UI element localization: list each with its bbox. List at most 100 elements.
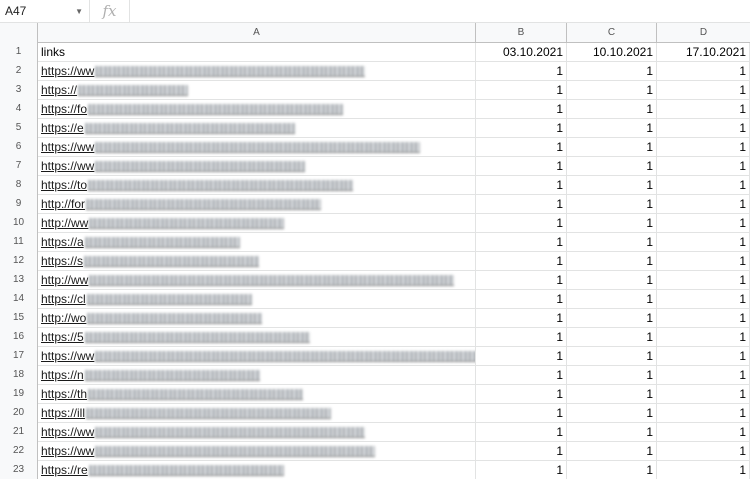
cell-link[interactable]: http://ww [38, 214, 476, 233]
cell-link[interactable]: https://ww [38, 347, 476, 366]
cell-value[interactable]: 1 [567, 119, 657, 138]
cell-value[interactable]: 1 [567, 195, 657, 214]
row-header[interactable]: 3 [0, 81, 38, 100]
cell-value[interactable]: 1 [476, 252, 567, 271]
column-header-a[interactable]: A [38, 23, 476, 43]
cell-link[interactable]: https://s [38, 252, 476, 271]
cell-value[interactable]: 1 [567, 100, 657, 119]
cell-header-links[interactable]: links [38, 43, 476, 62]
cell-link[interactable]: http://for [38, 195, 476, 214]
cell-value[interactable]: 1 [567, 423, 657, 442]
cell-value[interactable]: 1 [567, 309, 657, 328]
cell-link[interactable]: https://to [38, 176, 476, 195]
cell-value[interactable]: 1 [476, 176, 567, 195]
cell-value[interactable]: 1 [657, 309, 750, 328]
cell-link[interactable]: http://ww [38, 271, 476, 290]
cell-value[interactable]: 1 [657, 100, 750, 119]
cell-value[interactable]: 1 [567, 271, 657, 290]
cell-value[interactable]: 1 [657, 195, 750, 214]
cell-value[interactable]: 1 [567, 385, 657, 404]
row-header[interactable]: 22 [0, 442, 38, 461]
cell-value[interactable]: 1 [476, 442, 567, 461]
cell-link[interactable]: https://ww [38, 138, 476, 157]
cell-value[interactable]: 1 [567, 252, 657, 271]
cell-value[interactable]: 1 [567, 290, 657, 309]
cell-link[interactable]: https://ill [38, 404, 476, 423]
cell-link[interactable]: https:// [38, 81, 476, 100]
cell-value[interactable]: 1 [657, 290, 750, 309]
cell-value[interactable]: 1 [657, 81, 750, 100]
row-header[interactable]: 13 [0, 271, 38, 290]
name-box[interactable]: A47 ▼ [0, 0, 90, 23]
cell-link[interactable]: https://a [38, 233, 476, 252]
row-header[interactable]: 10 [0, 214, 38, 233]
cell-link[interactable]: https://ww [38, 423, 476, 442]
cell-value[interactable]: 1 [657, 271, 750, 290]
row-header[interactable]: 8 [0, 176, 38, 195]
cell-link[interactable]: https://ww [38, 442, 476, 461]
cell-value[interactable]: 1 [476, 309, 567, 328]
row-header[interactable]: 2 [0, 62, 38, 81]
cell-value[interactable]: 1 [657, 423, 750, 442]
cell-link[interactable]: https://fo [38, 100, 476, 119]
cell-value[interactable]: 1 [657, 138, 750, 157]
cell-value[interactable]: 1 [476, 214, 567, 233]
formula-input[interactable] [130, 0, 750, 23]
cell-value[interactable]: 1 [657, 233, 750, 252]
cell-value[interactable]: 1 [476, 81, 567, 100]
cell-value[interactable]: 1 [657, 157, 750, 176]
cell-date-header[interactable]: 03.10.2021 [476, 43, 567, 62]
row-header[interactable]: 17 [0, 347, 38, 366]
cell-link[interactable]: https://ww [38, 62, 476, 81]
cell-value[interactable]: 1 [476, 138, 567, 157]
row-header[interactable]: 15 [0, 309, 38, 328]
cell-value[interactable]: 1 [567, 461, 657, 479]
cell-value[interactable]: 1 [476, 157, 567, 176]
row-header[interactable]: 11 [0, 233, 38, 252]
row-header[interactable]: 9 [0, 195, 38, 214]
cell-value[interactable]: 1 [476, 119, 567, 138]
cell-value[interactable]: 1 [567, 62, 657, 81]
cell-link[interactable]: https://e [38, 119, 476, 138]
cell-value[interactable]: 1 [476, 423, 567, 442]
cell-value[interactable]: 1 [657, 176, 750, 195]
cell-value[interactable]: 1 [657, 404, 750, 423]
cell-value[interactable]: 1 [567, 233, 657, 252]
column-header-c[interactable]: C [567, 23, 657, 43]
row-header[interactable]: 6 [0, 138, 38, 157]
row-header[interactable]: 18 [0, 366, 38, 385]
cell-value[interactable]: 1 [567, 404, 657, 423]
cell-value[interactable]: 1 [657, 214, 750, 233]
cell-value[interactable]: 1 [567, 81, 657, 100]
row-header[interactable]: 21 [0, 423, 38, 442]
cell-value[interactable]: 1 [476, 62, 567, 81]
cell-value[interactable]: 1 [657, 347, 750, 366]
cell-value[interactable]: 1 [476, 347, 567, 366]
row-header[interactable]: 5 [0, 119, 38, 138]
cell-value[interactable]: 1 [476, 195, 567, 214]
cell-value[interactable]: 1 [476, 328, 567, 347]
cell-link[interactable]: https://cl [38, 290, 476, 309]
cell-value[interactable]: 1 [567, 176, 657, 195]
cell-date-header[interactable]: 10.10.2021 [567, 43, 657, 62]
cell-value[interactable]: 1 [476, 404, 567, 423]
cell-value[interactable]: 1 [476, 233, 567, 252]
cell-link[interactable]: https://n [38, 366, 476, 385]
row-header[interactable]: 1 [0, 43, 38, 62]
cell-value[interactable]: 1 [567, 442, 657, 461]
row-header[interactable]: 12 [0, 252, 38, 271]
cell-link[interactable]: http://wo [38, 309, 476, 328]
cell-value[interactable]: 1 [476, 290, 567, 309]
cell-value[interactable]: 1 [476, 385, 567, 404]
cell-value[interactable]: 1 [657, 461, 750, 479]
chevron-down-icon[interactable]: ▼ [75, 7, 83, 16]
cell-value[interactable]: 1 [567, 157, 657, 176]
column-header-d[interactable]: D [657, 23, 750, 43]
cell-value[interactable]: 1 [567, 214, 657, 233]
row-header[interactable]: 16 [0, 328, 38, 347]
cell-value[interactable]: 1 [657, 385, 750, 404]
cell-value[interactable]: 1 [657, 62, 750, 81]
cell-value[interactable]: 1 [657, 252, 750, 271]
cell-value[interactable]: 1 [567, 328, 657, 347]
cell-value[interactable]: 1 [567, 366, 657, 385]
